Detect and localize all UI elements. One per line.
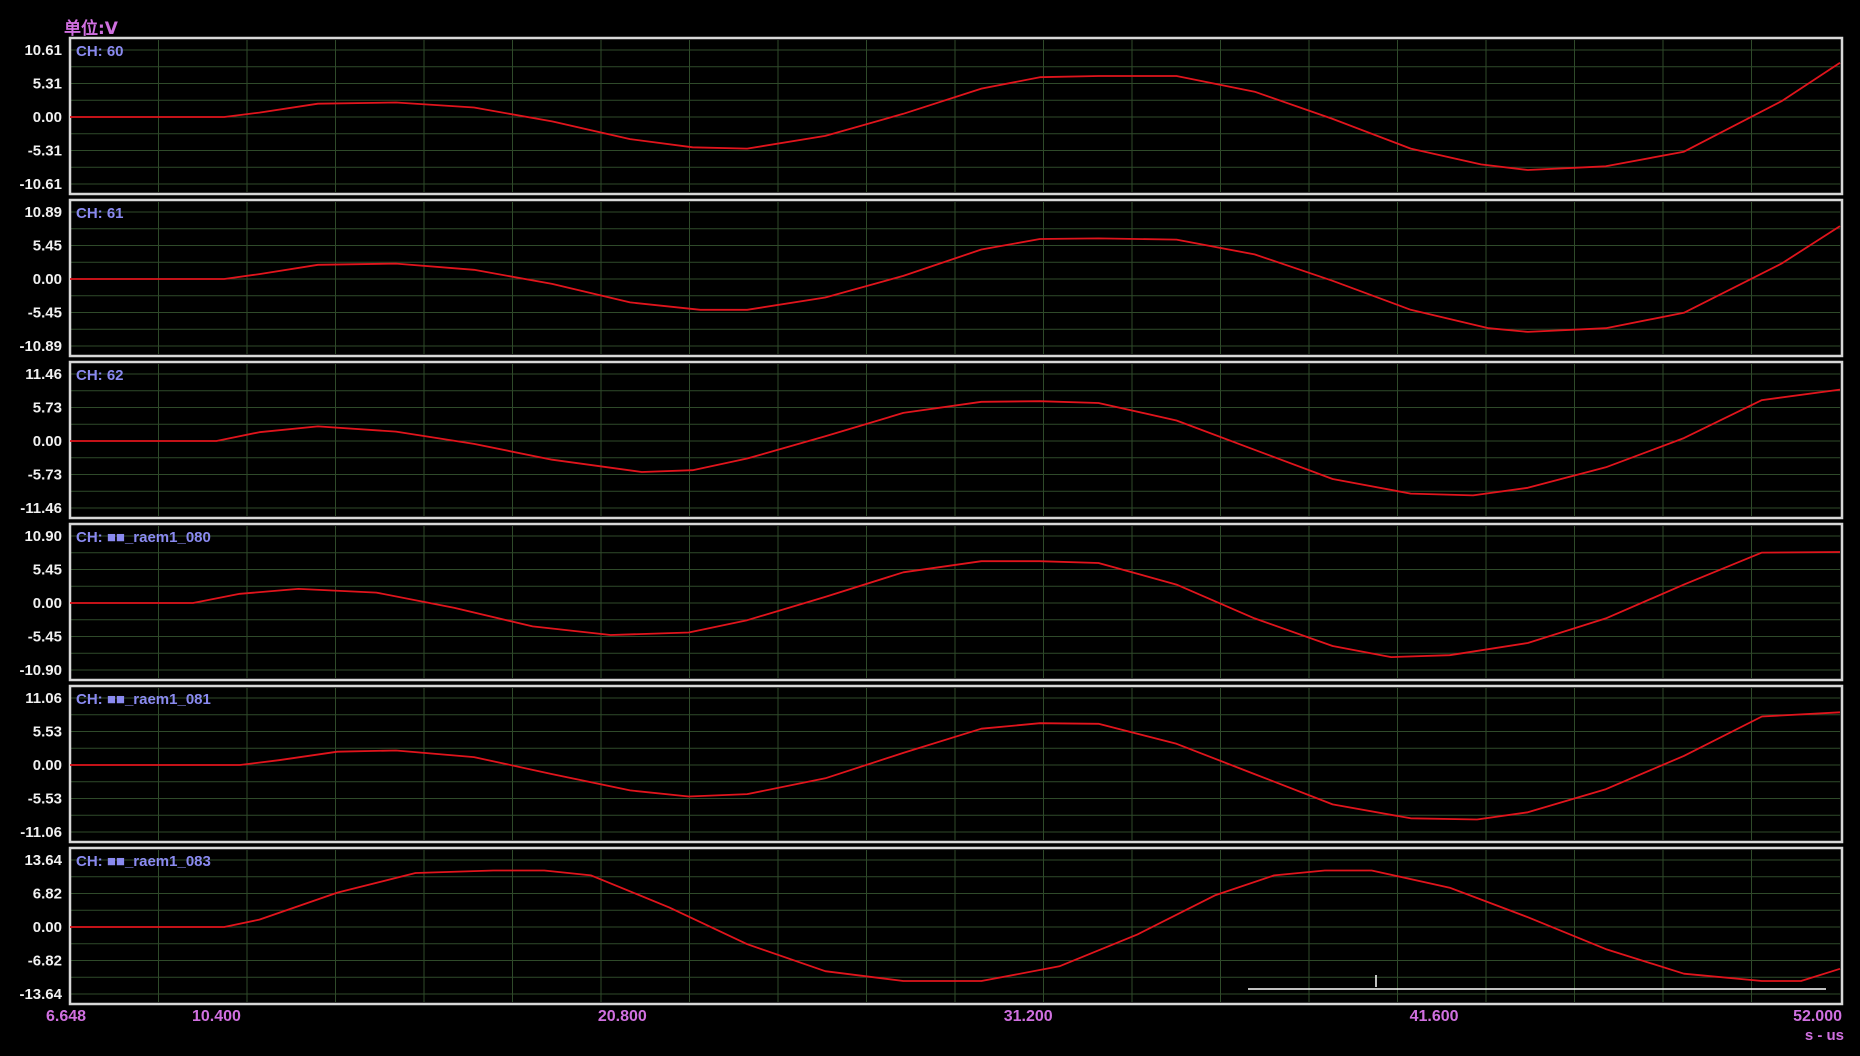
x-tick-label: 10.400 — [192, 1008, 241, 1025]
y-tick-label: -13.64 — [19, 986, 62, 1003]
x-tick-label: 20.800 — [598, 1008, 647, 1025]
x-tick-label: 41.600 — [1410, 1008, 1459, 1025]
x-tick-label: 52.000 — [1793, 1008, 1842, 1025]
y-tick-label: 11.06 — [25, 690, 62, 707]
y-tick-label: -5.53 — [28, 791, 62, 808]
y-tick-label: -10.89 — [19, 338, 62, 355]
y-tick-label: 10.89 — [24, 204, 62, 221]
x-tick-label: 31.200 — [1004, 1008, 1053, 1025]
y-tick-label: 5.53 — [33, 724, 62, 741]
y-tick-label: -10.61 — [19, 176, 62, 193]
y-tick-label: -5.45 — [28, 305, 62, 322]
channel-label: CH: 62 — [76, 367, 124, 384]
channel-label: CH: ■■_raem1_083 — [76, 853, 211, 870]
y-tick-label: 10.61 — [24, 42, 62, 59]
y-tick-label: 0.00 — [33, 919, 62, 936]
y-tick-label: -5.45 — [28, 629, 62, 646]
y-tick-label: 13.64 — [24, 852, 62, 869]
y-tick-label: 5.73 — [33, 400, 62, 417]
multi-channel-waveform-chart: 10.61 5.31 0.00 -5.31 -10.61 CH: 60 10.89 5.45 0… — [19, 36, 1844, 1025]
y-tick-label: 0.00 — [33, 433, 62, 450]
y-tick-label: 5.45 — [33, 238, 62, 255]
channel-panel-1: 10.89 5.45 0.00 -5.45 -10.89 CH: 61 — [19, 198, 1844, 358]
y-tick-label: 10.90 — [24, 528, 62, 545]
y-tick-label: 11.46 — [25, 366, 62, 383]
y-tick-label: -11.06 — [20, 824, 62, 841]
channel-panel-0: 10.61 5.31 0.00 -5.31 -10.61 CH: 60 — [19, 36, 1844, 196]
y-tick-label: 5.31 — [33, 76, 62, 93]
y-tick-label: 0.00 — [33, 757, 62, 774]
channel-panel-3: 10.90 5.45 0.00 -5.45 -10.90 CH: ■■_raem1_080 — [19, 522, 1844, 682]
channel-label: CH: ■■_raem1_081 — [76, 691, 211, 708]
channel-label: CH: 60 — [76, 43, 124, 60]
y-tick-label: 0.00 — [33, 109, 62, 126]
channel-panel-4: 11.06 5.53 0.00 -5.53 -11.06 CH: ■■_raem1_081 — [20, 684, 1844, 844]
y-tick-label: 0.00 — [33, 271, 62, 288]
y-tick-label: -11.46 — [20, 500, 62, 517]
y-tick-label: -5.73 — [28, 467, 62, 484]
y-tick-label: -10.90 — [19, 662, 62, 679]
channel-panel-5: 13.64 6.82 0.00 -6.82 -13.64 CH: ■■_raem1_083 — [19, 846, 1844, 1006]
y-tick-label: 6.82 — [33, 886, 62, 903]
channel-panel-2: 11.46 5.73 0.00 -5.73 -11.46 CH: 62 — [20, 360, 1844, 520]
y-tick-label: 0.00 — [33, 595, 62, 612]
channel-label: CH: 61 — [76, 205, 124, 222]
y-tick-label: 5.45 — [33, 562, 62, 579]
y-tick-label: -6.82 — [28, 953, 62, 970]
x-tick-label: 6.648 — [46, 1008, 86, 1025]
y-tick-label: -5.31 — [28, 143, 62, 160]
channel-label: CH: ■■_raem1_080 — [76, 529, 211, 546]
